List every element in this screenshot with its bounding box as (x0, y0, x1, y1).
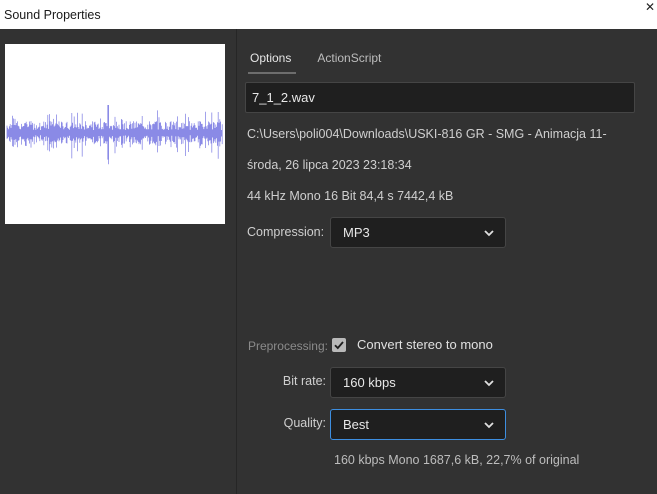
bitrate-select[interactable]: 160 kbps (330, 367, 506, 398)
compression-summary: 160 kbps Mono 1687,6 kB, 22,7% of origin… (334, 453, 580, 467)
chevron-down-icon (484, 230, 494, 237)
checkmark-icon (334, 341, 344, 350)
bitrate-value: 160 kbps (343, 375, 396, 390)
sound-date: środa, 26 lipca 2023 23:18:34 (247, 158, 412, 172)
tab-options[interactable]: Options (247, 45, 297, 75)
title-bar: Sound Properties ✕ (0, 0, 657, 29)
preview-pane (0, 29, 236, 494)
waveform-icon (6, 105, 223, 165)
close-icon[interactable]: ✕ (645, 1, 655, 13)
tab-bar: Options ActionScript (247, 45, 404, 75)
compression-value: MP3 (343, 225, 370, 240)
sound-format: 44 kHz Mono 16 Bit 84,4 s 7442,4 kB (247, 189, 454, 203)
convert-stereo-checkbox[interactable] (332, 338, 346, 352)
sound-path: C:\Users\poli004\Downloads\USKI-816 GR -… (247, 127, 607, 141)
waveform-trace (6, 105, 223, 165)
chevron-down-icon (484, 422, 494, 429)
tab-actionscript[interactable]: ActionScript (314, 45, 386, 75)
quality-label: Quality: (283, 416, 326, 430)
convert-stereo-label[interactable]: Convert stereo to mono (357, 337, 493, 352)
preprocessing-label: Preprocessing: (247, 339, 328, 353)
compression-select[interactable]: MP3 (330, 217, 506, 248)
bitrate-label: Bit rate: (282, 374, 326, 388)
compression-label: Compression: (247, 225, 325, 239)
properties-pane: Options ActionScript C:\Users\poli004\Do… (237, 29, 657, 494)
waveform-preview (5, 44, 225, 224)
window-title: Sound Properties (4, 7, 101, 22)
quality-value: Best (343, 417, 370, 432)
sound-name-input[interactable] (245, 82, 635, 113)
chevron-down-icon (484, 380, 494, 387)
quality-select[interactable]: Best (330, 409, 506, 440)
